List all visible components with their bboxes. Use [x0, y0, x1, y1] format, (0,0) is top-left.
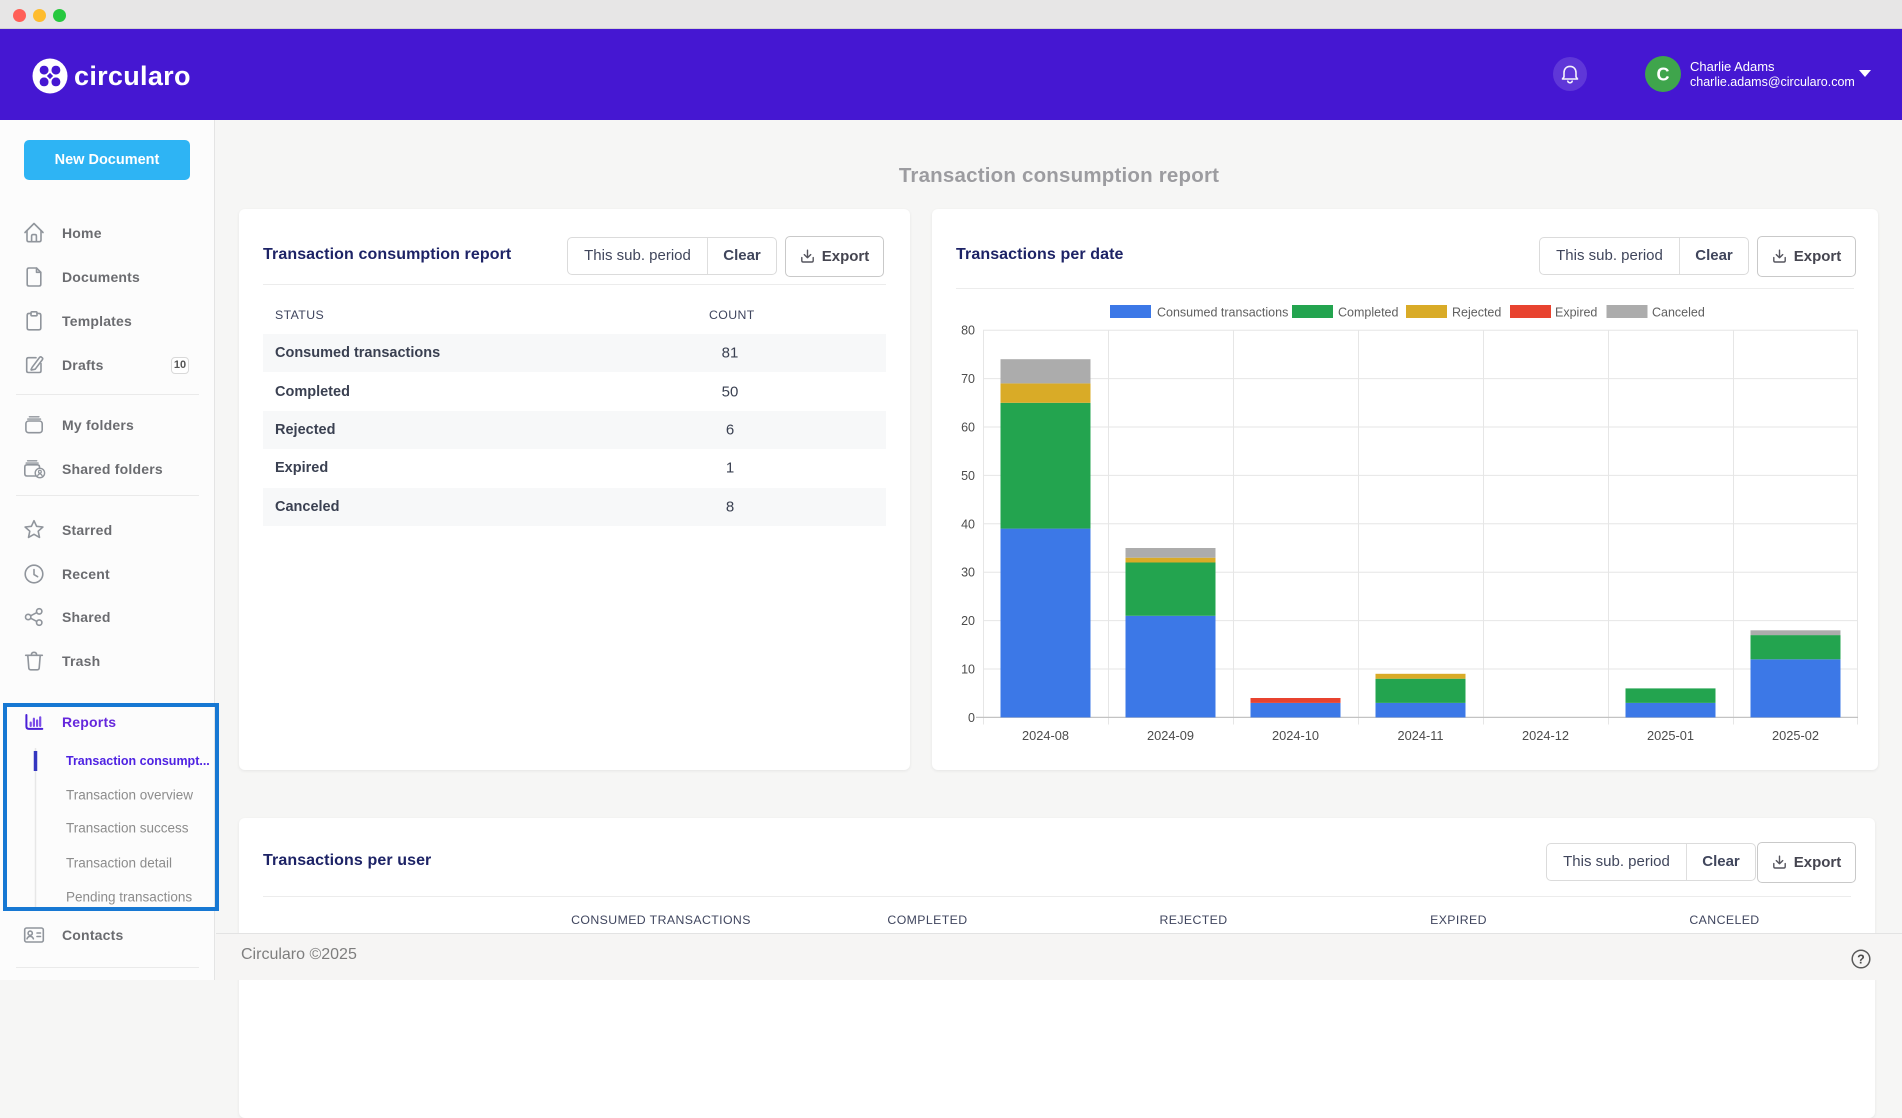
svg-text:0: 0: [968, 711, 975, 725]
svg-text:40: 40: [961, 517, 975, 531]
svg-text:Completed: Completed: [1338, 306, 1398, 320]
svg-text:?: ?: [1857, 953, 1865, 967]
svg-text:50: 50: [961, 469, 975, 483]
svg-text:10: 10: [961, 663, 975, 677]
svg-text:60: 60: [961, 421, 975, 435]
svg-text:Consumed transactions: Consumed transactions: [1157, 306, 1288, 320]
svg-text:80: 80: [961, 324, 975, 338]
svg-text:2025-02: 2025-02: [1772, 728, 1819, 743]
svg-text:Canceled: Canceled: [1652, 306, 1705, 320]
svg-text:2024-11: 2024-11: [1397, 728, 1443, 743]
svg-text:C: C: [1657, 65, 1670, 85]
svg-text:Rejected: Rejected: [1452, 306, 1501, 320]
svg-text:2025-01: 2025-01: [1647, 728, 1694, 743]
svg-text:20: 20: [961, 614, 975, 628]
svg-text:Charlie Adams: Charlie Adams: [1690, 59, 1775, 74]
svg-text:circularo: circularo: [74, 61, 191, 91]
svg-text:2024-09: 2024-09: [1147, 728, 1194, 743]
svg-text:30: 30: [961, 566, 975, 580]
svg-text:2024-10: 2024-10: [1272, 728, 1319, 743]
svg-text:2024-12: 2024-12: [1522, 728, 1569, 743]
svg-text:2024-08: 2024-08: [1022, 728, 1069, 743]
svg-text:Expired: Expired: [1555, 306, 1597, 320]
svg-text:70: 70: [961, 372, 975, 386]
svg-text:charlie.adams@circularo.com: charlie.adams@circularo.com: [1690, 75, 1855, 89]
